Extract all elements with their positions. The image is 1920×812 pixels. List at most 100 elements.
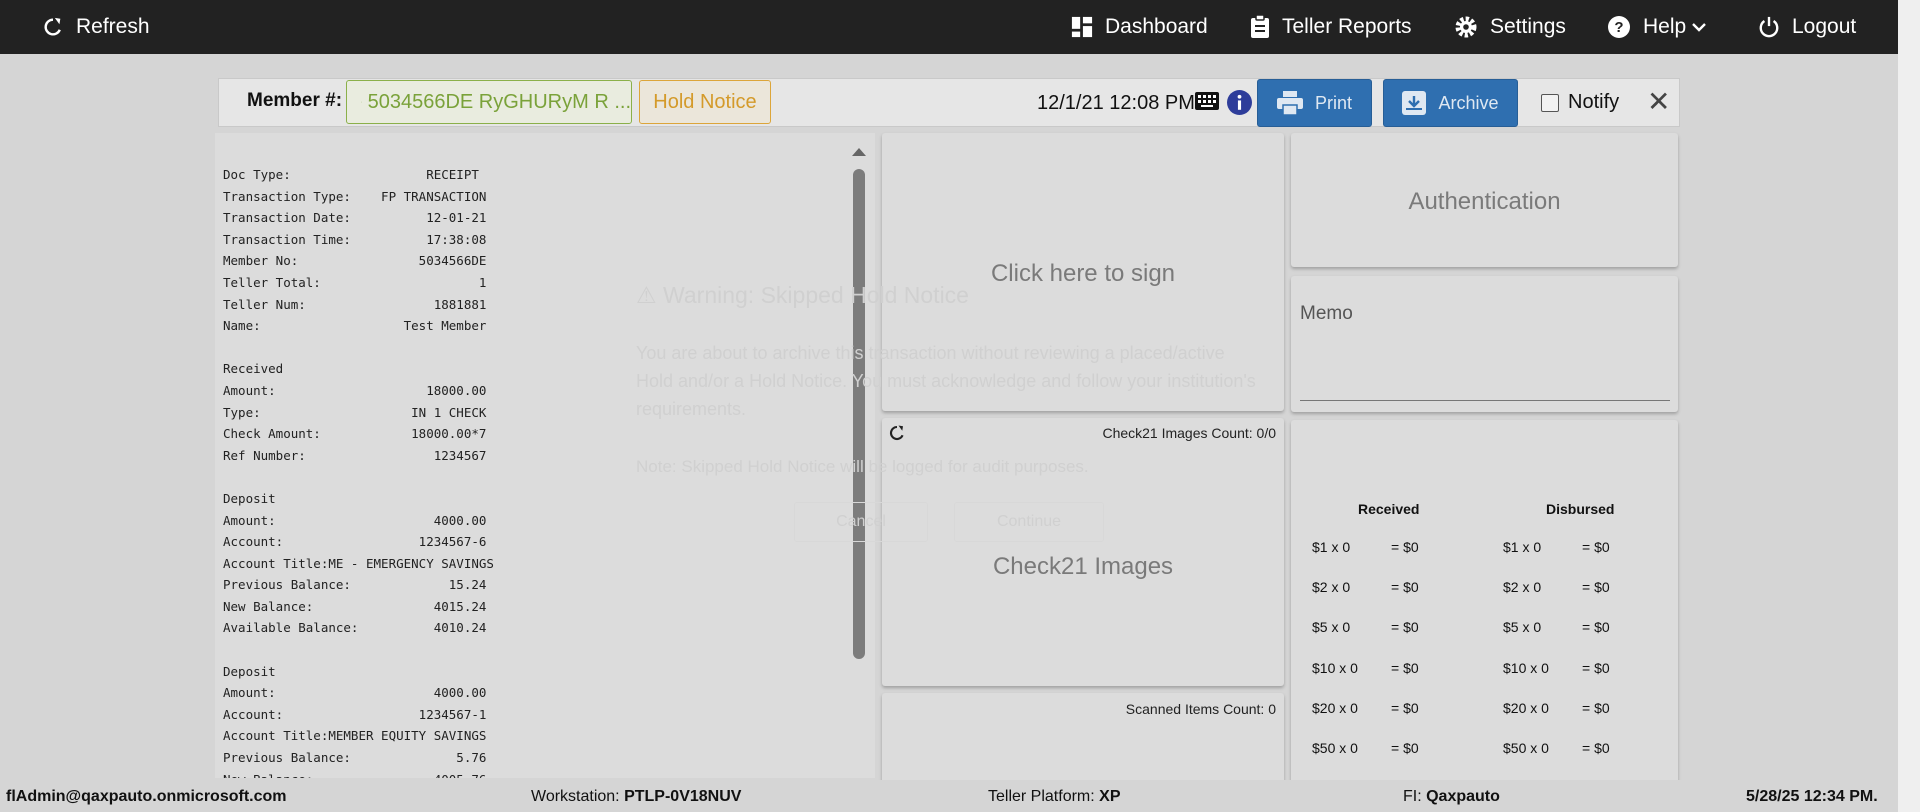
dashboard-label: Dashboard	[1105, 15, 1208, 38]
refresh-icon	[44, 17, 61, 36]
disbursed-total: = $0	[1582, 619, 1610, 635]
clipboard-icon	[1251, 15, 1269, 38]
refresh-label: Refresh	[76, 15, 150, 38]
received-total: = $0	[1391, 700, 1419, 716]
footer-user: flAdmin@qaxpauto.onmicrosoft.com	[6, 788, 287, 805]
power-icon	[1759, 16, 1779, 38]
print-button[interactable]: Print	[1257, 79, 1372, 127]
overlay-cancel-button: Cancel	[794, 502, 928, 542]
received-denom: $20 x 0	[1312, 700, 1358, 716]
check21-count: Check21 Images Count: 0/0	[1102, 425, 1276, 441]
member-value: 5034566DE RyGHURyM R ...	[367, 90, 631, 113]
help-menu[interactable]: ? Help	[1607, 0, 1707, 54]
settings-link[interactable]: Settings	[1454, 0, 1566, 54]
memo-label: Memo	[1300, 303, 1353, 324]
transaction-datetime: 12/1/21 12:08 PM	[1037, 92, 1195, 114]
received-denom: $5 x 0	[1312, 619, 1351, 635]
disbursed-total: = $0	[1582, 579, 1610, 595]
close-icon[interactable]: ✕	[1647, 88, 1670, 116]
check21-title: Check21 Images	[992, 553, 1174, 580]
authentication-panel[interactable]: Authentication	[1291, 133, 1678, 267]
scanned-items-panel: Scanned Items Count: 0	[882, 693, 1284, 783]
receipt-text: Doc Type: RECEIPT Transaction Type: FP T…	[223, 167, 494, 778]
gear-icon	[1455, 16, 1477, 38]
keyboard-icon[interactable]	[1195, 92, 1219, 110]
member-label: Member #:	[247, 90, 343, 111]
scroll-thumb[interactable]	[853, 169, 865, 659]
notify-label: Notify	[1568, 91, 1620, 113]
archive-label: Archive	[1438, 92, 1499, 113]
teller-reports-label: Teller Reports	[1282, 15, 1412, 38]
printer-icon	[1276, 91, 1303, 115]
receipt-panel: Doc Type: RECEIPT Transaction Type: FP T…	[215, 133, 875, 778]
disbursed-header: Disbursed	[1546, 501, 1615, 517]
disbursed-total: = $0	[1582, 539, 1610, 555]
overlay-text-line: You are about to archive this transactio…	[636, 343, 1225, 363]
svg-text:?: ?	[1614, 19, 1623, 36]
status-footer: flAdmin@qaxpauto.onmicrosoft.com Worksta…	[0, 780, 1898, 812]
settings-label: Settings	[1490, 15, 1566, 38]
footer-workstation: Workstation: PTLP-0V18NUV	[531, 788, 741, 806]
refresh-icon[interactable]	[888, 424, 906, 442]
logout-label: Logout	[1792, 15, 1857, 38]
memo-panel[interactable]: Memo	[1291, 276, 1678, 412]
disbursed-total: = $0	[1582, 660, 1610, 676]
received-total: = $0	[1391, 619, 1419, 635]
cash-denominations-panel: Received Disbursed $1 x 0 = $0 $1 x 0 = …	[1291, 420, 1678, 785]
overlay-text-line: Hold and/or a Hold Notice. You must ackn…	[636, 371, 1256, 391]
overlay-continue-button: Continue	[954, 502, 1104, 542]
footer-platform-label: Teller Platform:	[988, 788, 1100, 805]
hold-notice-button[interactable]: Hold Notice	[639, 80, 771, 124]
scroll-up-arrow-icon[interactable]	[852, 148, 866, 156]
memo-input-line[interactable]	[1300, 400, 1670, 401]
disbursed-denom: $20 x 0	[1503, 700, 1549, 716]
received-denom: $2 x 0	[1312, 579, 1351, 595]
overlay-warning-title: ⚠ Warning: Skipped Hold Notice	[636, 282, 969, 308]
archive-button[interactable]: Archive	[1383, 79, 1518, 127]
dashboard-icon	[1071, 16, 1093, 38]
notify-checkbox[interactable]: Notify	[1541, 91, 1619, 114]
disbursed-denom: $10 x 0	[1503, 660, 1549, 676]
disbursed-total: = $0	[1582, 700, 1610, 716]
disbursed-denom: $50 x 0	[1503, 740, 1549, 756]
disbursed-denom: $5 x 0	[1503, 619, 1542, 635]
footer-fi: FI: Qaxpauto	[1403, 788, 1500, 806]
help-label: Help	[1643, 15, 1687, 38]
disbursed-denom: $2 x 0	[1503, 579, 1542, 595]
refresh-button[interactable]: Refresh	[42, 0, 150, 54]
disbursed-denom: $1 x 0	[1503, 539, 1542, 555]
footer-fi-value: Qaxpauto	[1426, 788, 1500, 805]
footer-datetime: 5/28/25 12:34 PM.	[1746, 788, 1878, 805]
received-denom: $50 x 0	[1312, 740, 1358, 756]
info-icon[interactable]	[1227, 90, 1252, 115]
dashboard-link[interactable]: Dashboard	[1071, 0, 1208, 54]
overlay-text-line: Note: Skipped Hold Notice will be logged…	[636, 457, 1089, 476]
received-denom: $1 x 0	[1312, 539, 1351, 555]
hold-notice-label: Hold Notice	[653, 90, 757, 113]
logout-link[interactable]: Logout	[1758, 0, 1856, 54]
received-total: = $0	[1391, 740, 1419, 756]
scanned-count: Scanned Items Count: 0	[1125, 701, 1276, 717]
page-scrollbar[interactable]	[1898, 0, 1920, 812]
user-icon	[361, 101, 362, 103]
received-total: = $0	[1391, 660, 1419, 676]
footer-platform: Teller Platform: XP	[988, 788, 1120, 806]
received-total: = $0	[1391, 539, 1419, 555]
archive-icon	[1402, 91, 1427, 115]
disbursed-total: = $0	[1582, 740, 1610, 756]
notify-checkbox-box[interactable]	[1541, 93, 1559, 112]
member-bar: Member #: 5034566DE RyGHURyM R ... Hold …	[218, 78, 1680, 127]
authentication-title: Authentication	[1408, 188, 1561, 215]
print-label: Print	[1314, 92, 1352, 113]
footer-workstation-label: Workstation:	[531, 788, 625, 805]
received-denom: $10 x 0	[1312, 660, 1358, 676]
help-icon: ?	[1608, 16, 1630, 38]
footer-workstation-value: PTLP-0V18NUV	[624, 788, 742, 805]
signature-pad[interactable]: Click here to sign	[882, 133, 1284, 411]
received-total: = $0	[1391, 579, 1419, 595]
teller-reports-link[interactable]: Teller Reports	[1250, 0, 1412, 54]
footer-platform-value: XP	[1099, 788, 1121, 805]
top-navigation-bar: Refresh Dashboard Teller Reports Setting…	[0, 0, 1920, 54]
receipt-scrollbar[interactable]	[847, 133, 871, 778]
member-button[interactable]: 5034566DE RyGHURyM R ...	[346, 80, 632, 124]
